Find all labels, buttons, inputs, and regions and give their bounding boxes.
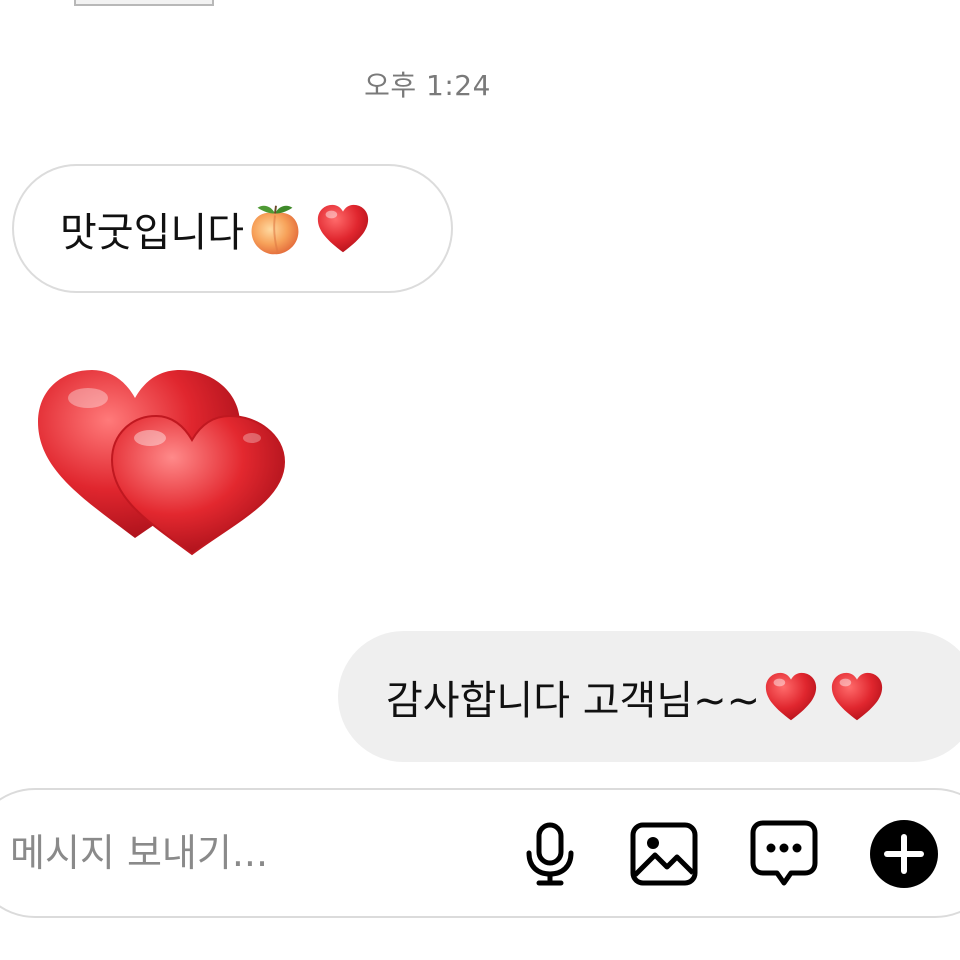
message-text: 감사합니다 고객님~~ — [386, 677, 761, 724]
message-input[interactable] — [10, 823, 480, 883]
peach-emoji — [246, 200, 304, 258]
red-heart-emoji — [762, 668, 820, 726]
double-hearts-sticker[interactable] — [30, 360, 292, 560]
previous-message-image[interactable] — [74, 0, 214, 6]
microphone-icon — [522, 821, 578, 887]
chat-screen: 오후 1:24 맛굿입니다 감사합니다 고객님~~ 메시지 보내기... — [0, 0, 960, 960]
incoming-message-bubble[interactable]: 맛굿입니다 — [12, 164, 453, 293]
message-timestamp: 오후 1:24 — [364, 69, 491, 102]
plus-circle-icon — [869, 819, 939, 889]
chat-bubble-dots-icon — [749, 819, 819, 889]
message-text: 맛굿입니다 — [60, 209, 244, 256]
red-heart-emoji — [314, 200, 372, 258]
outgoing-message-bubble[interactable]: 감사합니다 고객님~~ — [338, 631, 960, 762]
add-button[interactable] — [868, 818, 940, 890]
image-icon — [629, 821, 699, 887]
gallery-button[interactable] — [628, 818, 700, 890]
red-heart-emoji — [828, 668, 886, 726]
microphone-button[interactable] — [514, 818, 586, 890]
sticker-chat-button[interactable] — [748, 818, 820, 890]
